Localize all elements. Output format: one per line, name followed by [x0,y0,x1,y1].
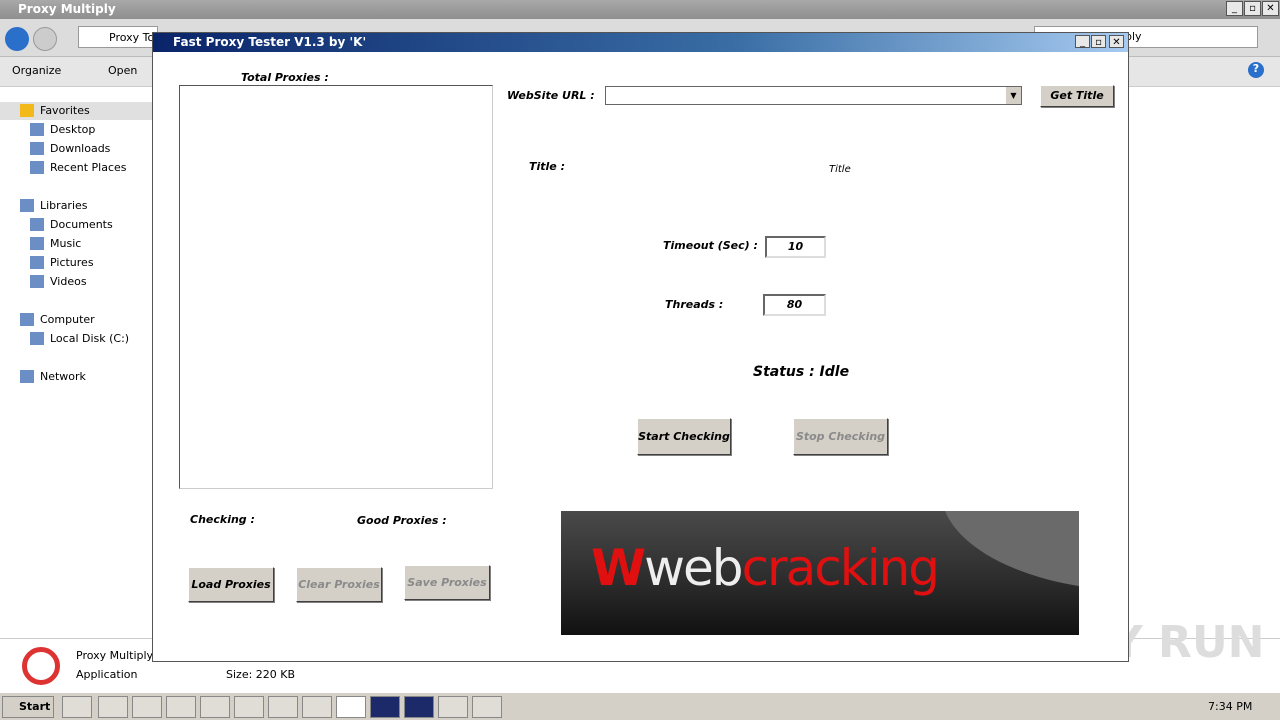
status-text: Status : Idle [753,364,850,380]
load-proxies-button[interactable]: Load Proxies [188,567,274,602]
sidebar-item-network[interactable]: Network [0,368,152,386]
sidebar-item-documents[interactable]: Documents [0,216,152,234]
chevron-down-icon[interactable]: ▼ [1006,87,1021,104]
proxy-tester-window: Fast Proxy Tester V1.3 by 'K' _ ▫ ✕ Tota… [152,32,1129,662]
chrome-icon[interactable] [166,696,196,718]
sidebar-item-computer[interactable]: Computer [0,311,152,329]
banner-swoosh [941,511,1079,591]
website-url-label: WebSite URL : [507,89,595,102]
proxy-tester-taskbar-icon[interactable] [336,696,366,718]
sidebar-item-videos[interactable]: Videos [0,273,152,291]
app-taskbar-icon[interactable] [370,696,400,718]
sidebar-item-pictures[interactable]: Pictures [0,254,152,272]
title-label: Title : [529,160,565,173]
opera-icon[interactable] [200,696,230,718]
folder-icon [30,142,44,155]
sidebar-item-recent-places[interactable]: Recent Places [0,159,152,177]
clock: 7:34 PM [1208,700,1253,713]
folder-icon [30,275,44,288]
sidebar-item-label: Downloads [50,142,111,155]
sidebar-item-label: Recent Places [50,161,127,174]
app-taskbar-icon[interactable] [472,696,502,718]
timeout-input[interactable]: 10 [765,236,826,258]
total-proxies-label: Total Proxies : [241,71,329,84]
explorer-title: Proxy Multiply [18,2,116,16]
sidebar-item-downloads[interactable]: Downloads [0,140,152,158]
sidebar-item-label: Local Disk (C:) [50,332,130,345]
navigation-pane: Favorites Desktop Downloads Recent Places Li… [0,88,152,638]
app-minimize-button[interactable]: _ [1075,35,1090,48]
website-url-combobox[interactable]: ▼ [605,86,1022,105]
good-proxies-label: Good Proxies : [357,514,447,527]
help-icon[interactable]: ? [1248,62,1264,78]
sidebar-item-label: Documents [50,218,113,231]
folder-icon [30,218,44,231]
sidebar-item-label: Computer [40,313,95,326]
open-button[interactable]: Open [108,64,137,77]
file-type: Application [76,668,138,681]
forward-arrow-icon[interactable] [33,27,57,51]
back-arrow-icon[interactable] [5,27,29,51]
taskbar: Start 7:34 PM [0,692,1280,720]
sidebar-item-label: Pictures [50,256,94,269]
checking-label: Checking : [190,513,255,526]
sidebar-item-libraries[interactable]: Libraries [0,197,152,215]
sidebar-item-label: Desktop [50,123,96,136]
sidebar-item-label: Videos [50,275,87,288]
app-maximize-button[interactable]: ▫ [1091,35,1106,48]
file-size: Size: 220 KB [226,668,296,681]
sidebar-item-favorites[interactable]: Favorites [0,102,152,120]
save-proxies-button: Save Proxies [404,565,490,600]
stop-checking-button: Stop Checking [793,418,888,455]
clear-proxies-button: Clear Proxies [296,567,382,602]
sidebar-item-music[interactable]: Music [0,235,152,253]
sidebar-item-local-disk-c-[interactable]: Local Disk (C:) [0,330,152,348]
app-taskbar-icon[interactable] [302,696,332,718]
folder-icon [30,332,44,345]
folder-icon [20,370,34,383]
explorer-title-bar: Proxy Multiply [0,0,1280,19]
app-taskbar-icon[interactable] [404,696,434,718]
sidebar-item-label: Libraries [40,199,88,212]
app-taskbar-icon[interactable] [438,696,468,718]
folder-icon [30,237,44,250]
folder-icon [30,123,44,136]
explorer-icon[interactable] [98,696,128,718]
threads-label: Threads : [665,298,724,311]
ie-icon[interactable] [62,696,92,718]
sidebar-item-label: Network [40,370,86,383]
timeout-label: Timeout (Sec) : [663,239,758,252]
sidebar-item-label: Music [50,237,82,250]
maximize-button[interactable]: ▫ [1244,1,1261,16]
file-name: Proxy Multiply [76,649,154,662]
app-icon [22,647,60,685]
app-taskbar-icon[interactable] [268,696,298,718]
folder-icon [20,199,34,212]
close-button[interactable]: ✕ [1262,1,1279,16]
minimize-button[interactable]: _ [1226,1,1243,16]
sidebar-item-label: Favorites [40,104,90,117]
media-player-icon[interactable] [132,696,162,718]
address-bar[interactable]: Proxy To [78,26,158,48]
app-close-button[interactable]: ✕ [1109,35,1124,48]
start-button[interactable]: Start [2,696,54,718]
get-title-button[interactable]: Get Title [1040,85,1114,107]
winrar-icon[interactable] [234,696,264,718]
banner-logo: Wwebcracking [591,539,940,597]
start-checking-button[interactable]: Start Checking [637,418,731,455]
folder-icon [30,161,44,174]
folder-icon [30,256,44,269]
organize-button[interactable]: Organize [12,64,61,77]
folder-icon [20,104,34,117]
webcracking-banner: Wwebcracking [561,511,1079,635]
folder-icon [20,313,34,326]
proxy-list[interactable] [179,85,493,489]
threads-input[interactable]: 80 [763,294,826,316]
app-title: Fast Proxy Tester V1.3 by 'K' [173,35,367,49]
title-value: Title [829,164,851,175]
app-title-bar: Fast Proxy Tester V1.3 by 'K' [153,33,1128,52]
sidebar-item-desktop[interactable]: Desktop [0,121,152,139]
